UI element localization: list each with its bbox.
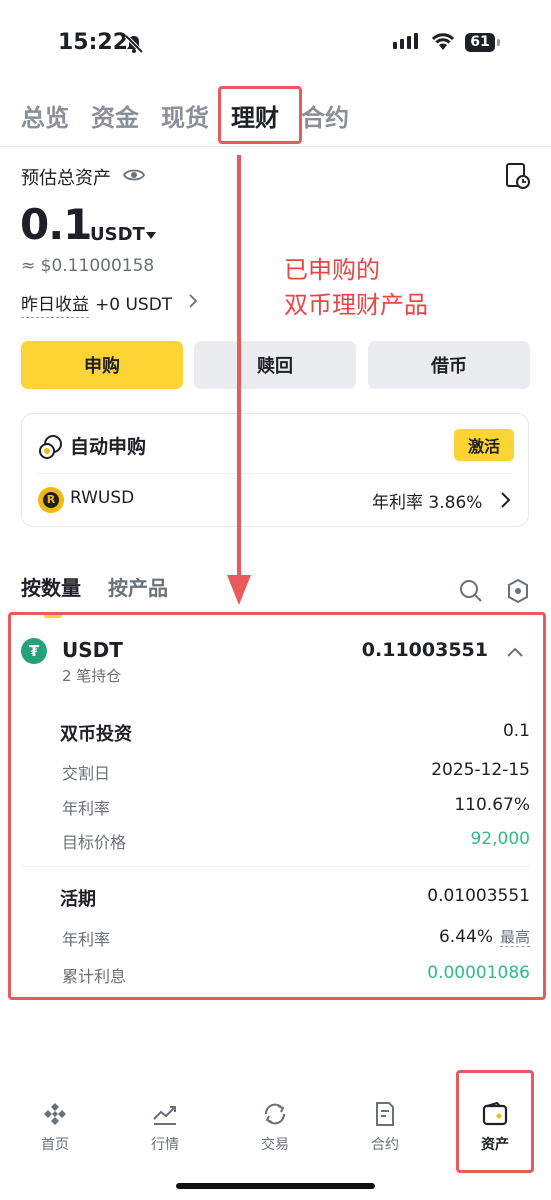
auto-subscribe-icon bbox=[38, 434, 64, 464]
subtab-by-quantity[interactable]: 按数量 bbox=[21, 572, 81, 601]
borrow-button[interactable]: 借币 bbox=[368, 341, 530, 389]
eye-icon[interactable] bbox=[122, 166, 146, 188]
trade-swap-icon bbox=[264, 1103, 286, 1125]
accrued-interest-label: 累计利息 bbox=[62, 967, 127, 986]
accrued-interest-value: 0.00001086 bbox=[427, 963, 530, 983]
battery-cap bbox=[497, 39, 500, 46]
card-divider bbox=[38, 473, 513, 474]
activate-button[interactable]: 激活 bbox=[454, 429, 514, 461]
target-price-value: 92,000 bbox=[470, 829, 530, 849]
history-icon[interactable] bbox=[505, 162, 531, 194]
asset-unit-selector[interactable]: USDT bbox=[90, 224, 145, 245]
dual-apr-label: 年利率 bbox=[62, 799, 111, 818]
nav-home[interactable]: 首页 bbox=[10, 1100, 100, 1154]
status-time: 15:22 bbox=[58, 30, 129, 55]
annotation-arrow-line bbox=[237, 155, 241, 580]
annotation-text-line2: 双币理财产品 bbox=[284, 291, 428, 319]
max-apr-tag[interactable]: 最高 bbox=[499, 928, 530, 947]
wifi-icon bbox=[430, 32, 456, 56]
nav-markets-label: 行情 bbox=[151, 1137, 179, 1153]
asset-amount: 0.11003551 bbox=[361, 639, 488, 661]
binance-logo-icon bbox=[44, 1103, 66, 1125]
nav-futures-label: 合约 bbox=[371, 1137, 399, 1153]
chart-trend-icon bbox=[153, 1106, 176, 1125]
dual-apr-value: 110.67% bbox=[454, 795, 530, 815]
rwusd-apr: 年利率 3.86% bbox=[372, 493, 483, 513]
yesterday-pnl-label: 昨日收益 bbox=[21, 295, 89, 318]
flexible-amount: 0.01003551 bbox=[427, 886, 530, 906]
subtab-by-product[interactable]: 按产品 bbox=[108, 572, 168, 601]
tab-overview[interactable]: 总览 bbox=[21, 98, 69, 133]
rwusd-name: RWUSD bbox=[70, 488, 135, 508]
total-assets-label: 预估总资产 bbox=[21, 168, 111, 189]
yesterday-pnl[interactable]: 昨日收益 +0 USDT bbox=[21, 290, 173, 318]
flexible-apr: 6.44% 最高 bbox=[439, 926, 530, 947]
filter-hexagon-icon[interactable] bbox=[506, 578, 530, 608]
search-icon[interactable] bbox=[459, 579, 483, 607]
tab-spot[interactable]: 现货 bbox=[161, 98, 209, 133]
chevron-right-icon[interactable] bbox=[188, 293, 198, 313]
tab-funding[interactable]: 资金 bbox=[91, 98, 139, 133]
flexible-title: 活期 bbox=[60, 889, 96, 910]
asset-name[interactable]: USDT bbox=[62, 638, 123, 662]
section-divider bbox=[22, 866, 530, 867]
contract-doc-icon bbox=[376, 1102, 394, 1126]
total-assets-value: 0.1 bbox=[20, 200, 92, 249]
nav-futures[interactable]: 合约 bbox=[340, 1100, 430, 1154]
yesterday-pnl-value: +0 USDT bbox=[95, 295, 173, 315]
usdt-coin-icon: ₮ bbox=[21, 638, 47, 664]
dual-investment-title: 双币投资 bbox=[60, 724, 132, 745]
subscribe-button[interactable]: 申购 bbox=[21, 341, 183, 389]
nav-trade[interactable]: 交易 bbox=[230, 1100, 320, 1154]
nav-markets[interactable]: 行情 bbox=[120, 1100, 210, 1154]
chevron-right-icon[interactable] bbox=[500, 491, 511, 513]
tabs-divider bbox=[0, 146, 551, 147]
rwusd-coin-icon: R bbox=[38, 487, 64, 513]
annotation-arrow-head bbox=[227, 575, 251, 605]
redeem-button[interactable]: 赎回 bbox=[194, 341, 356, 389]
annotation-box-assets-nav bbox=[456, 1070, 534, 1173]
asset-positions-count: 2 笔持仓 bbox=[62, 667, 122, 685]
bell-muted-icon bbox=[124, 34, 144, 58]
unit-caret-icon[interactable] bbox=[146, 232, 156, 239]
settlement-date-value: 2025-12-15 bbox=[431, 760, 530, 780]
fiat-approx-value: ≈ $0.11000158 bbox=[21, 256, 155, 276]
flexible-apr-value: 6.44% bbox=[438, 927, 493, 947]
dual-investment-amount: 0.1 bbox=[502, 721, 530, 741]
annotation-box-earn-tab bbox=[218, 86, 302, 144]
flexible-apr-label: 年利率 bbox=[62, 930, 111, 949]
nav-trade-label: 交易 bbox=[261, 1137, 289, 1153]
annotation-text-line1: 已申购的 bbox=[284, 256, 380, 284]
signal-icon bbox=[393, 33, 418, 49]
nav-home-label: 首页 bbox=[41, 1137, 69, 1153]
tab-futures[interactable]: 合约 bbox=[301, 98, 349, 133]
auto-subscribe-title: 自动申购 bbox=[70, 436, 147, 458]
battery-level: 61 bbox=[465, 33, 495, 52]
chevron-up-icon[interactable] bbox=[506, 643, 524, 662]
home-indicator[interactable] bbox=[176, 1183, 375, 1189]
settlement-date-label: 交割日 bbox=[62, 764, 111, 783]
target-price-label: 目标价格 bbox=[62, 833, 127, 852]
